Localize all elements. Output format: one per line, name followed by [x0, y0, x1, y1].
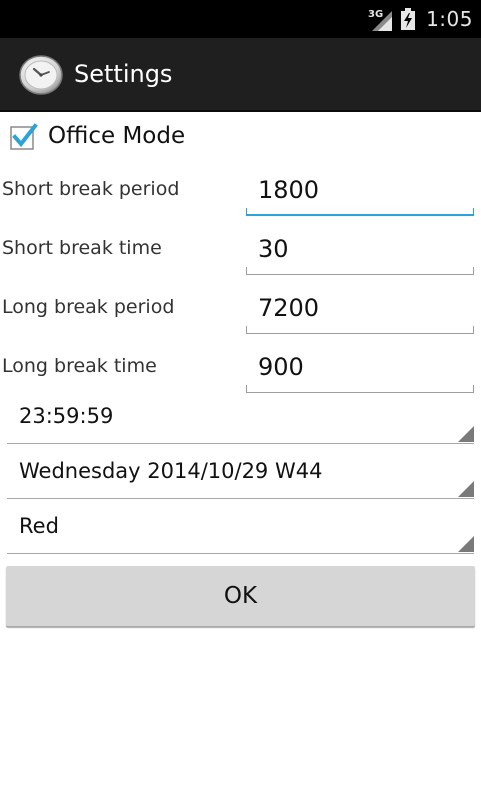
page-title: Settings — [74, 60, 173, 88]
color-spinner[interactable]: Red — [7, 506, 474, 554]
dropdown-arrow-icon — [458, 481, 474, 497]
short-break-period-underline — [246, 208, 474, 216]
time-spinner-value: 23:59:59 — [19, 404, 114, 428]
date-spinner[interactable]: Wednesday 2014/10/29 W44 — [7, 451, 474, 499]
office-mode-label: Office Mode — [48, 123, 186, 149]
short-break-time-input[interactable] — [246, 225, 474, 269]
short-break-period-input[interactable] — [246, 166, 474, 210]
long-break-period-label: Long break period — [2, 296, 175, 318]
checkbox-checked-icon[interactable] — [10, 123, 38, 150]
color-spinner-value: Red — [19, 514, 59, 538]
status-bar: 3G 1:05 — [0, 0, 481, 38]
ok-button[interactable]: OK — [6, 566, 475, 626]
battery-charging-icon — [400, 7, 416, 31]
dropdown-arrow-icon — [458, 426, 474, 442]
long-break-time-underline — [246, 385, 474, 393]
office-mode-checkbox[interactable]: Office Mode — [10, 120, 185, 152]
long-break-time-input[interactable] — [246, 343, 474, 387]
status-icons: 3G 1:05 — [368, 0, 473, 38]
time-spinner[interactable]: 23:59:59 — [7, 396, 474, 444]
clock-icon[interactable] — [18, 51, 64, 97]
short-break-period-label: Short break period — [2, 178, 180, 200]
short-break-time-label: Short break time — [2, 237, 162, 259]
long-break-period-row: Long break period — [0, 284, 481, 334]
status-time: 1:05 — [426, 7, 473, 31]
short-break-time-underline — [246, 267, 474, 275]
action-bar: Settings — [0, 38, 481, 112]
short-break-time-row: Short break time — [0, 225, 481, 275]
long-break-period-underline — [246, 326, 474, 334]
date-spinner-value: Wednesday 2014/10/29 W44 — [19, 459, 323, 483]
long-break-time-row: Long break time — [0, 343, 481, 393]
long-break-period-input[interactable] — [246, 284, 474, 328]
network-type-label: 3G — [368, 9, 383, 20]
dropdown-arrow-icon — [458, 536, 474, 552]
signal-3g-icon: 3G — [368, 7, 394, 31]
short-break-period-row: Short break period — [0, 166, 481, 216]
long-break-time-label: Long break time — [2, 355, 157, 377]
